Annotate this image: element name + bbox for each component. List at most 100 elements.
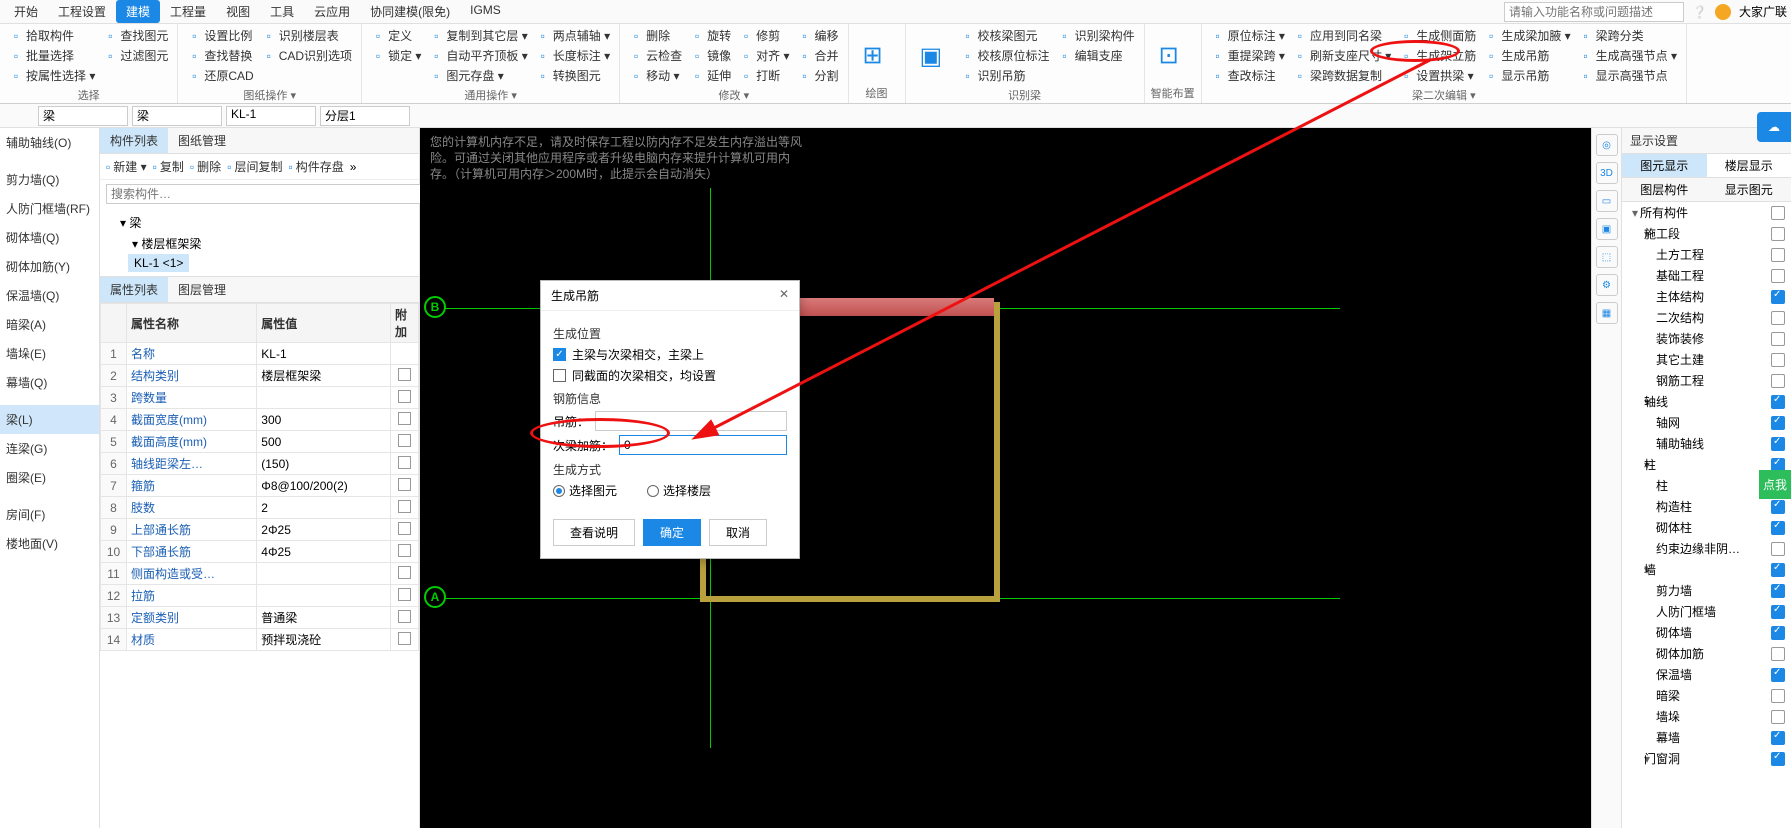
tree-node-leaf[interactable]: KL-1 <1>: [128, 254, 189, 272]
ribbon-button[interactable]: ▫旋转: [687, 26, 734, 45]
prop-extra-checkbox[interactable]: [398, 522, 411, 535]
display-row[interactable]: ▾轴线: [1622, 391, 1791, 412]
ribbon-button[interactable]: ▫分割: [795, 66, 842, 85]
display-row[interactable]: 墙垛: [1622, 706, 1791, 727]
checkbox-same-section[interactable]: [553, 369, 566, 382]
prop-extra-checkbox[interactable]: [398, 588, 411, 601]
ribbon-big-button[interactable]: ⊡: [1151, 26, 1195, 83]
display-row[interactable]: 砌体加筋: [1622, 643, 1791, 664]
checkbox-main-secondary[interactable]: [553, 348, 566, 361]
view-mode-button[interactable]: ▣: [1596, 218, 1618, 240]
visibility-checkbox[interactable]: [1771, 206, 1785, 220]
visibility-checkbox[interactable]: [1771, 416, 1785, 430]
ribbon-button[interactable]: ▫定义: [368, 26, 424, 45]
property-row[interactable]: 8肢数2: [101, 497, 419, 519]
ribbon-button[interactable]: ▫云检查: [626, 46, 685, 65]
tree-node-root[interactable]: ▾ 梁: [108, 212, 411, 233]
view-mode-button[interactable]: ▭: [1596, 190, 1618, 212]
display-row[interactable]: 剪力墙: [1622, 580, 1791, 601]
prop-extra-checkbox[interactable]: [398, 632, 411, 645]
ribbon-button[interactable]: ▫查改标注: [1208, 66, 1288, 85]
ribbon-button[interactable]: ▫编移: [795, 26, 842, 45]
ribbon-button[interactable]: ▫自动平齐顶板 ▾: [426, 46, 530, 65]
menu-tab[interactable]: 开始: [4, 0, 48, 23]
ribbon-button[interactable]: ▫生成架立筋: [1396, 46, 1479, 65]
tab-properties[interactable]: 属性列表: [100, 277, 168, 302]
property-row[interactable]: 9上部通长筋2Φ25: [101, 519, 419, 541]
category-item[interactable]: 人防门框墙(RF): [0, 194, 99, 223]
visibility-checkbox[interactable]: [1771, 374, 1785, 388]
prop-extra-checkbox[interactable]: [398, 368, 411, 381]
prop-extra-checkbox[interactable]: [398, 566, 411, 579]
ribbon-button[interactable]: ▫显示高强节点: [1576, 66, 1680, 85]
ribbon-button[interactable]: ▫延伸: [687, 66, 734, 85]
help-icon[interactable]: ❔: [1692, 5, 1707, 19]
visibility-checkbox[interactable]: [1771, 269, 1785, 283]
ribbon-button[interactable]: ▫设置拱梁 ▾: [1396, 66, 1479, 85]
display-row[interactable]: 人防门框墙: [1622, 601, 1791, 622]
view-mode-button[interactable]: ◎: [1596, 134, 1618, 156]
category-item[interactable]: 幕墙(Q): [0, 368, 99, 397]
ribbon-button[interactable]: ▫过滤图元: [100, 46, 171, 65]
property-row[interactable]: 6轴线距梁左…(150): [101, 453, 419, 475]
category-item[interactable]: 辅助轴线(O): [0, 128, 99, 157]
property-row[interactable]: 2结构类别楼层框架梁: [101, 365, 419, 387]
category-item[interactable]: 圈梁(E): [0, 463, 99, 492]
visibility-checkbox[interactable]: [1771, 521, 1785, 535]
radio-select-floor[interactable]: [647, 485, 659, 497]
ribbon-button[interactable]: ▫还原CAD: [184, 66, 256, 85]
display-row[interactable]: 钢筋工程: [1622, 370, 1791, 391]
category-select-1[interactable]: 梁: [38, 106, 128, 126]
visibility-checkbox[interactable]: [1771, 710, 1785, 724]
ribbon-button[interactable]: ▫显示吊筋: [1481, 66, 1573, 85]
category-item[interactable]: 暗梁(A): [0, 310, 99, 339]
visibility-checkbox[interactable]: [1771, 731, 1785, 745]
ribbon-button[interactable]: ▫查找图元: [100, 26, 171, 45]
visibility-checkbox[interactable]: [1771, 395, 1785, 409]
input-secondary-rebar[interactable]: [619, 435, 787, 455]
ribbon-button[interactable]: ▫打断: [736, 66, 792, 85]
category-item[interactable]: 保温墙(Q): [0, 281, 99, 310]
display-row[interactable]: 砌体墙: [1622, 622, 1791, 643]
display-row[interactable]: 构造柱: [1622, 496, 1791, 517]
property-row[interactable]: 13定额类别普通梁: [101, 607, 419, 629]
category-item[interactable]: 楼地面(V): [0, 529, 99, 558]
ribbon-button[interactable]: ▫修剪: [736, 26, 792, 45]
ribbon-button[interactable]: ▫梁跨数据复制: [1290, 66, 1394, 85]
display-row[interactable]: 幕墙: [1622, 727, 1791, 748]
display-row[interactable]: 装饰装修: [1622, 328, 1791, 349]
global-search-input[interactable]: [1504, 2, 1684, 22]
display-row[interactable]: ▾墙: [1622, 559, 1791, 580]
display-row[interactable]: ▾所有构件: [1622, 202, 1791, 223]
menu-tab[interactable]: IGMS: [460, 0, 511, 23]
user-avatar-icon[interactable]: [1715, 4, 1731, 20]
ribbon-button[interactable]: ▫生成梁加腋 ▾: [1481, 26, 1573, 45]
property-row[interactable]: 3跨数量: [101, 387, 419, 409]
display-row[interactable]: 砌体柱: [1622, 517, 1791, 538]
prop-extra-checkbox[interactable]: [398, 544, 411, 557]
property-row[interactable]: 1名称KL-1: [101, 343, 419, 365]
visibility-checkbox[interactable]: [1771, 248, 1785, 262]
radio-select-element[interactable]: [553, 485, 565, 497]
visibility-checkbox[interactable]: [1771, 752, 1785, 766]
ribbon-button[interactable]: ▫生成侧面筋: [1396, 26, 1479, 45]
ribbon-button[interactable]: ▫两点辅轴 ▾: [533, 26, 613, 45]
property-row[interactable]: 7箍筋Φ8@100/200(2): [101, 475, 419, 497]
display-row[interactable]: 基础工程: [1622, 265, 1791, 286]
visibility-checkbox[interactable]: [1771, 332, 1785, 346]
visibility-checkbox[interactable]: [1771, 563, 1785, 577]
ribbon-button[interactable]: ▫移动 ▾: [626, 66, 685, 85]
ribbon-button[interactable]: ▫复制到其它层 ▾: [426, 26, 530, 45]
prop-extra-checkbox[interactable]: [398, 456, 411, 469]
display-row[interactable]: 约束边缘非阴…: [1622, 538, 1791, 559]
category-select-2[interactable]: 梁: [132, 106, 222, 126]
ribbon-button[interactable]: ▫转换图元: [533, 66, 613, 85]
component-tool-button[interactable]: ▫新建 ▾: [106, 158, 147, 175]
view-mode-button[interactable]: ▦: [1596, 302, 1618, 324]
cloud-sync-icon[interactable]: ☁: [1757, 112, 1791, 142]
component-select[interactable]: KL-1: [226, 106, 316, 126]
category-item[interactable]: 砌体加筋(Y): [0, 252, 99, 281]
property-row[interactable]: 11侧面构造或受…: [101, 563, 419, 585]
prop-extra-checkbox[interactable]: [398, 610, 411, 623]
visibility-checkbox[interactable]: [1771, 668, 1785, 682]
